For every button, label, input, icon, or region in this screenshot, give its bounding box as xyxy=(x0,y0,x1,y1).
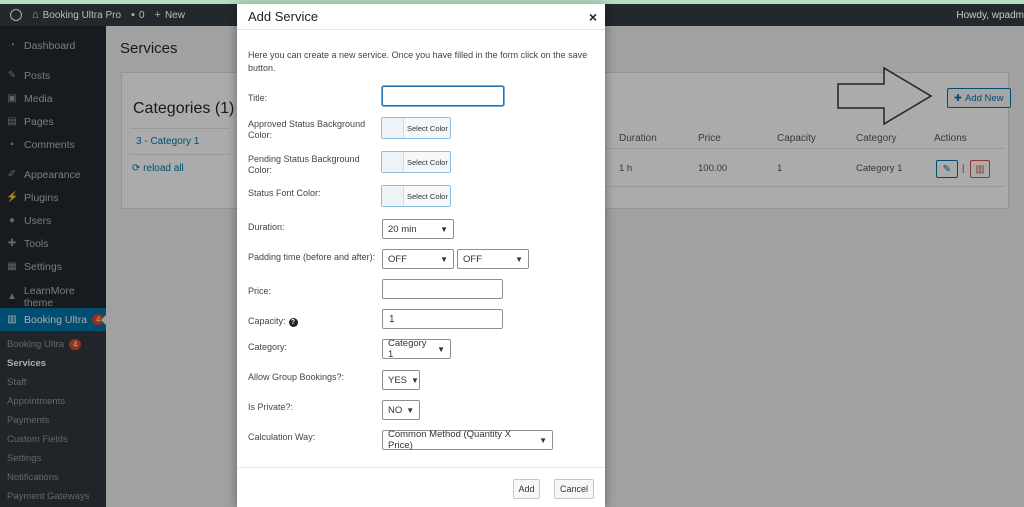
home-icon: ⌂ xyxy=(32,9,39,21)
calculation-way-select[interactable]: Common Method (Quantity X Price) ▼ xyxy=(382,429,553,451)
padding-time-label: Padding time (before and after): xyxy=(248,252,376,262)
new-content-link[interactable]: + New xyxy=(155,9,185,21)
category-label: Category: xyxy=(248,342,288,352)
category-select[interactable]: Category 1 ▼ xyxy=(382,338,451,360)
status-font-color-label: Status Font Color: xyxy=(248,188,321,198)
wordpress-logo-icon[interactable] xyxy=(10,9,22,21)
chevron-down-icon: ▼ xyxy=(440,224,448,234)
chevron-down-icon: ▼ xyxy=(515,254,523,264)
select-color-label: Select Color xyxy=(407,157,448,167)
plus-icon: + xyxy=(154,9,161,21)
is-private-label: Is Private?: xyxy=(248,402,294,412)
close-icon[interactable]: × xyxy=(589,9,597,25)
add-service-dialog: Add Service × Here you can create a new … xyxy=(237,4,605,507)
capacity-input[interactable]: 1 xyxy=(382,309,503,329)
color-swatch xyxy=(382,186,404,206)
price-input[interactable] xyxy=(382,279,503,299)
site-name-link[interactable]: ⌂ Booking Ultra Pro xyxy=(32,9,121,21)
chevron-down-icon: ▼ xyxy=(539,435,547,445)
add-button[interactable]: Add xyxy=(513,479,540,499)
is-private-select[interactable]: NO ▼ xyxy=(382,400,420,420)
chevron-down-icon: ▼ xyxy=(411,375,419,385)
help-icon[interactable]: ? xyxy=(288,318,298,327)
calculation-way-label: Calculation Way: xyxy=(248,432,316,442)
chevron-down-icon: ▼ xyxy=(440,254,448,264)
dialog-title: Add Service xyxy=(248,9,319,24)
select-color-label: Select Color xyxy=(407,123,448,133)
title-label: Title: xyxy=(248,93,268,103)
pending-bg-color-picker[interactable]: Select Color xyxy=(381,151,451,173)
pending-bg-color-label: Pending Status Background Color: xyxy=(248,154,360,175)
approved-bg-color-picker[interactable]: Select Color xyxy=(381,117,451,139)
dialog-intro-text: Here you can create a new service. Once … xyxy=(248,50,588,73)
status-font-color-picker[interactable]: Select Color xyxy=(381,185,451,207)
capacity-label: Capacity:? xyxy=(248,316,378,327)
price-label: Price: xyxy=(248,286,272,296)
howdy-user[interactable]: Howdy, wpadm xyxy=(956,4,1024,26)
comment-bubble-icon: ▪ xyxy=(131,9,135,21)
duration-label: Duration: xyxy=(248,222,285,232)
comments-link[interactable]: ▪ 0 xyxy=(131,9,144,21)
dialog-header: Add Service × xyxy=(237,4,605,30)
approved-bg-color-label: Approved Status Background Color: xyxy=(248,119,366,140)
color-swatch xyxy=(382,152,404,172)
title-input[interactable] xyxy=(382,86,504,106)
duration-select[interactable]: 20 min ▼ xyxy=(382,219,454,239)
dialog-footer xyxy=(237,467,605,507)
color-swatch xyxy=(382,118,404,138)
padding-after-select[interactable]: OFF ▼ xyxy=(457,249,529,269)
chevron-down-icon: ▼ xyxy=(406,405,415,415)
allow-group-bookings-label: Allow Group Bookings?: xyxy=(248,372,345,382)
select-color-label: Select Color xyxy=(407,191,448,201)
cancel-button[interactable]: Cancel xyxy=(554,479,594,499)
padding-before-select[interactable]: OFF ▼ xyxy=(382,249,454,269)
allow-group-bookings-select[interactable]: YES ▼ xyxy=(382,370,420,390)
chevron-down-icon: ▼ xyxy=(437,344,445,354)
